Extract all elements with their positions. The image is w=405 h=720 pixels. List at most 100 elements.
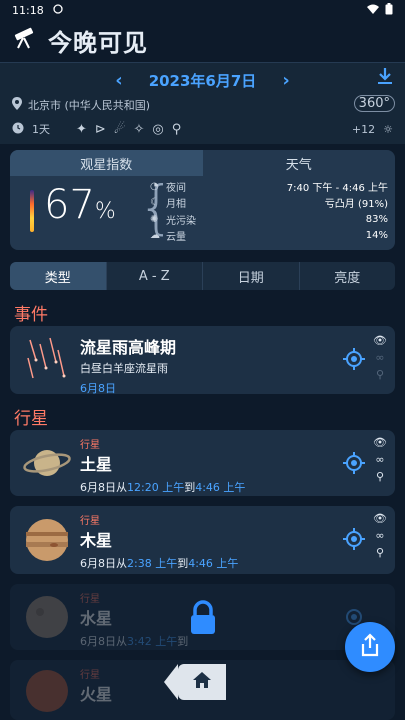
index-body: 67% { ◔ 夜间 7:40 下午 - 4:46 上午 ☾ 月相 亏凸月 (9… bbox=[10, 176, 395, 250]
event-name: 流星雨高峰期 bbox=[80, 338, 177, 357]
metric-value: 亏凸月 (91%) bbox=[324, 199, 388, 211]
tab-weather[interactable]: 天气 bbox=[203, 150, 396, 176]
eye-icon: 👁 bbox=[373, 512, 387, 525]
visibility-icons: 👁 ∞ ⚲ bbox=[373, 334, 387, 382]
telescope-icon bbox=[12, 26, 38, 54]
metric-label: 月相 bbox=[166, 199, 186, 211]
section-title-events: 事件 bbox=[14, 305, 48, 325]
metric-night: ◔ 夜间 7:40 下午 - 4:46 上午 bbox=[150, 178, 388, 195]
current-date[interactable]: 2023年6月7日 bbox=[149, 70, 257, 91]
locate-target-icon[interactable] bbox=[343, 528, 365, 550]
telescope-small-icon: ⚲ bbox=[375, 546, 385, 559]
view-360-button[interactable]: 360° bbox=[353, 95, 395, 112]
sort-tab-az[interactable]: A - Z bbox=[107, 262, 203, 290]
star-filter-icon[interactable]: ✦ bbox=[76, 122, 87, 137]
share-button[interactable] bbox=[345, 622, 395, 672]
date-mid: 到 bbox=[177, 557, 189, 570]
date-prefix: 6月8日从 bbox=[80, 557, 127, 570]
status-bar: 11:18 bbox=[0, 0, 405, 20]
metric-cloud-cover: ☁ 云量 14% bbox=[150, 228, 388, 245]
planet-name: 木星 bbox=[80, 531, 113, 550]
eye-icon: 👁 bbox=[373, 334, 387, 347]
date-prefix: 6月8日从 bbox=[80, 481, 127, 494]
metric-value: 7:40 下午 - 4:46 上午 bbox=[286, 182, 388, 194]
meteor-shower-thumbnail bbox=[22, 334, 72, 384]
moon-icon: ☾ bbox=[150, 197, 159, 209]
locate-target-icon[interactable] bbox=[343, 348, 365, 370]
tz-offset[interactable]: +12 bbox=[352, 123, 375, 136]
mercury-thumbnail bbox=[22, 592, 72, 642]
app-header: 今晚可见 bbox=[0, 20, 405, 60]
sort-tabs: 类型 A - Z 日期 亮度 bbox=[10, 262, 395, 290]
home-button[interactable] bbox=[164, 664, 226, 700]
date-mid: 到 bbox=[184, 481, 196, 494]
metric-label: 云量 bbox=[166, 232, 186, 244]
planet-category: 行星 bbox=[80, 440, 100, 451]
status-time: 11:18 bbox=[12, 3, 44, 17]
visibility-icons: 👁 ∞ ⚲ bbox=[373, 512, 387, 560]
metric-light-pollution: ✺ 光污染 83% bbox=[150, 211, 388, 228]
night-icon: ◔ bbox=[150, 180, 159, 192]
section-title-planets: 行星 bbox=[14, 409, 48, 429]
planet-card-saturn[interactable]: 行星 土星 6月8日从12:20 上午到4:46 上午 👁 ∞ ⚲ bbox=[10, 430, 395, 496]
galaxy-filter-icon[interactable]: ✧ bbox=[133, 122, 144, 137]
constellation-filter-icon[interactable]: ⊳ bbox=[95, 122, 106, 137]
planet-name: 火星 bbox=[80, 685, 113, 704]
planet-visibility-window: 6月8日从12:20 上午到4:46 上午 bbox=[80, 479, 245, 495]
timezone-group: +12 ☼ bbox=[352, 123, 393, 136]
metric-label: 光污染 bbox=[166, 215, 196, 227]
wifi-icon bbox=[367, 4, 379, 17]
planet-card-jupiter[interactable]: 行星 木星 6月8日从2:38 上午到4:46 上午 👁 ∞ ⚲ bbox=[10, 506, 395, 574]
event-date: 6月8日 bbox=[80, 382, 116, 395]
location-row[interactable]: 北京市 (中华人民共和国) bbox=[12, 97, 150, 113]
event-texts: 流星雨高峰期 白昼白羊座流星雨 6月8日 bbox=[80, 334, 176, 396]
satellite-filter-icon[interactable]: ⚲ bbox=[172, 122, 182, 137]
locate-target-icon[interactable] bbox=[343, 452, 365, 474]
end-time: 4:46 上午 bbox=[195, 481, 246, 494]
start-time: 3:42 上午 bbox=[127, 635, 178, 648]
planet-visibility-window: 6月8日从3:42 上午到 bbox=[80, 633, 188, 649]
index-percent-sign: % bbox=[94, 199, 116, 224]
duration-label[interactable]: 1天 bbox=[32, 121, 50, 137]
eye-icon: 👁 bbox=[373, 436, 387, 449]
telescope-small-icon: ⚲ bbox=[375, 470, 385, 483]
metric-value: 14% bbox=[365, 230, 388, 242]
planet-name: 土星 bbox=[80, 455, 113, 474]
prev-date-button[interactable]: ‹ bbox=[115, 70, 122, 91]
app-title: 今晚可见 bbox=[48, 28, 148, 57]
index-percent-value: 67 bbox=[44, 182, 95, 228]
binoculars-icon: ∞ bbox=[375, 453, 385, 466]
planet-texts: 行星 火星 bbox=[80, 666, 112, 705]
date-prefix: 6月8日从 bbox=[80, 635, 127, 648]
notification-icon bbox=[52, 3, 64, 17]
saturn-thumbnail bbox=[22, 438, 72, 488]
telescope-small-icon: ⚲ bbox=[375, 368, 385, 381]
event-card-meteor-shower[interactable]: 流星雨高峰期 白昼白羊座流星雨 6月8日 👁 ∞ ⚲ bbox=[10, 326, 395, 396]
lock-icon[interactable] bbox=[188, 600, 218, 640]
planet-texts: 行星 木星 6月8日从2:38 上午到4:46 上午 bbox=[80, 512, 238, 571]
planet-category: 行星 bbox=[80, 516, 100, 527]
sort-tab-brightness[interactable]: 亮度 bbox=[300, 262, 396, 290]
planet-texts: 行星 土星 6月8日从12:20 上午到4:46 上午 bbox=[80, 436, 245, 495]
sort-tab-type[interactable]: 类型 bbox=[10, 262, 107, 290]
metric-label: 夜间 bbox=[166, 182, 186, 194]
index-gradient-bar bbox=[30, 190, 34, 232]
light-bulb-icon: ✺ bbox=[150, 213, 159, 225]
index-percent: 67% bbox=[44, 182, 116, 228]
duration-row: 1天 ✦ ⊳ ☄ ✧ ◎ ⚲ +12 ☼ bbox=[12, 121, 393, 137]
deep-sky-filter-icon[interactable]: ◎ bbox=[152, 122, 163, 137]
metric-value: 83% bbox=[365, 213, 388, 225]
start-time: 12:20 上午 bbox=[127, 481, 185, 494]
category-filters: ✦ ⊳ ☄ ✧ ◎ ⚲ bbox=[76, 122, 181, 137]
next-date-button[interactable]: › bbox=[282, 70, 289, 91]
index-metrics: ◔ 夜间 7:40 下午 - 4:46 上午 ☾ 月相 亏凸月 (91%) ✺ … bbox=[150, 178, 388, 244]
mars-thumbnail bbox=[22, 666, 72, 716]
location-pin-icon bbox=[12, 97, 22, 113]
sort-tab-date[interactable]: 日期 bbox=[203, 262, 300, 290]
start-time: 2:38 上午 bbox=[127, 557, 178, 570]
sun-icon[interactable]: ☼ bbox=[383, 123, 393, 136]
comet-filter-icon[interactable]: ☄ bbox=[114, 122, 126, 137]
home-icon bbox=[192, 671, 212, 693]
planet-category: 行星 bbox=[80, 670, 100, 681]
download-icon[interactable] bbox=[377, 67, 393, 89]
